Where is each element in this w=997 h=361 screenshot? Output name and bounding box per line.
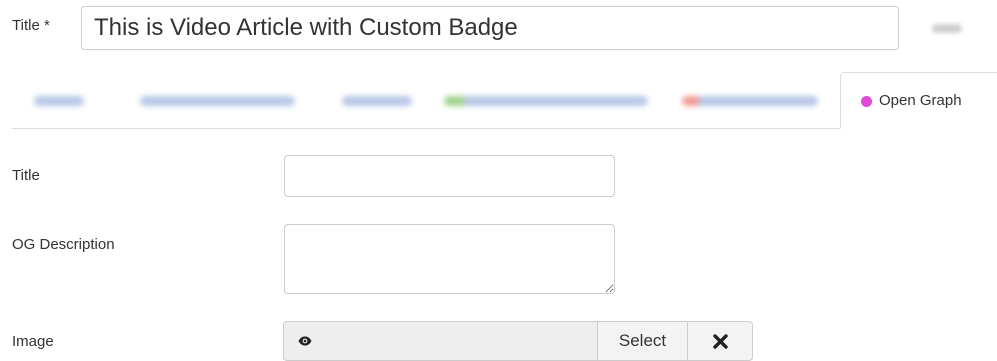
- image-path-input[interactable]: [326, 321, 598, 361]
- tab-images-and-links[interactable]: [140, 96, 295, 106]
- og-title-input[interactable]: [284, 155, 615, 197]
- tab-bar: Open Graph: [12, 72, 997, 129]
- tab-article-type-options[interactable]: [444, 96, 648, 106]
- image-preview-button[interactable]: [283, 321, 327, 361]
- tab-open-graph-label: Open Graph: [879, 92, 962, 109]
- og-description-label: OG Description: [12, 236, 115, 253]
- title-row: Title *: [0, 0, 997, 60]
- tab-blog-options[interactable]: [682, 96, 818, 106]
- title-label: Title *: [12, 17, 50, 34]
- eye-icon: [298, 336, 312, 346]
- image-select-button[interactable]: Select: [597, 321, 688, 361]
- tab-open-graph[interactable]: Open Graph: [840, 72, 997, 129]
- og-title-label: Title: [12, 167, 40, 184]
- tab-options[interactable]: [342, 96, 412, 106]
- image-clear-button[interactable]: [687, 321, 753, 361]
- close-icon: [712, 333, 728, 349]
- alias-field-blurred: [932, 24, 962, 33]
- og-description-textarea[interactable]: [284, 224, 615, 294]
- open-graph-dot-icon: [861, 96, 872, 107]
- article-title-input[interactable]: [81, 6, 899, 50]
- og-image-media-field: Select: [283, 321, 753, 361]
- og-image-label: Image: [12, 333, 54, 350]
- tab-content[interactable]: [34, 96, 84, 106]
